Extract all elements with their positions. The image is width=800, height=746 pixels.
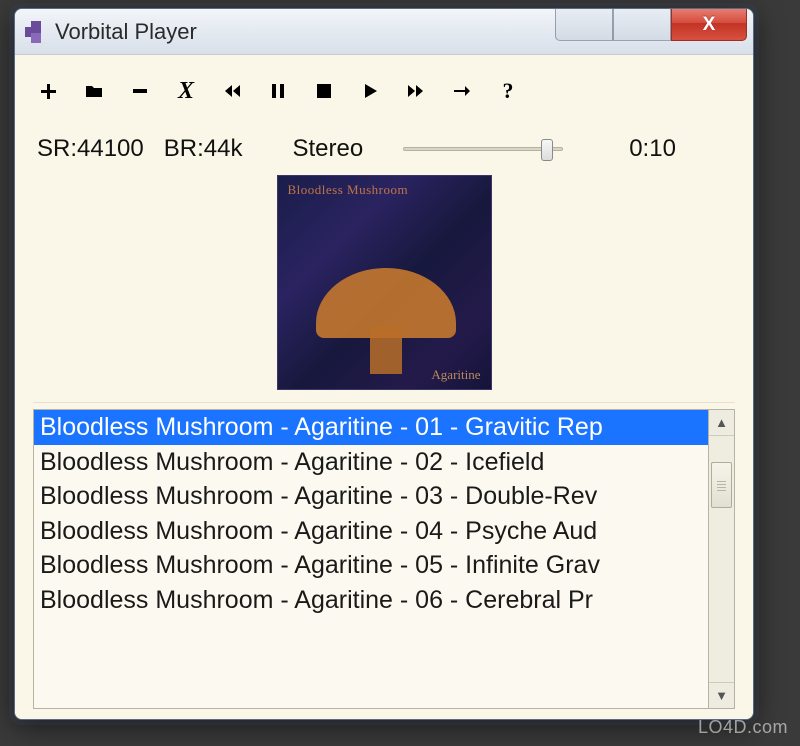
- sr-value: 44100: [77, 135, 144, 162]
- album-title: Agaritine: [431, 367, 480, 383]
- slider-track: [403, 147, 563, 151]
- next-button[interactable]: [405, 80, 427, 102]
- app-icon: [25, 21, 47, 43]
- maximize-button[interactable]: [613, 9, 671, 41]
- album-artist: Bloodless Mushroom: [288, 182, 409, 198]
- remove-button[interactable]: [129, 80, 151, 102]
- pause-button[interactable]: [267, 80, 289, 102]
- album-art: Bloodless Mushroom Agaritine: [277, 175, 492, 390]
- minimize-button[interactable]: [555, 9, 613, 41]
- stop-button[interactable]: [313, 80, 335, 102]
- window-title: Vorbital Player: [55, 19, 197, 45]
- playlist-row[interactable]: Bloodless Mushroom - Agaritine - 04 - Ps…: [34, 514, 708, 549]
- close-icon: X: [703, 14, 716, 36]
- album-art-area: Bloodless Mushroom Agaritine: [33, 173, 735, 396]
- br-value: 44k: [204, 135, 243, 162]
- scroll-thumb[interactable]: [711, 462, 732, 508]
- sr-label: SR:: [37, 135, 77, 162]
- channel-mode: Stereo: [292, 135, 363, 163]
- scroll-up-button[interactable]: ▲: [709, 410, 734, 436]
- app-window: Vorbital Player X: [14, 8, 754, 720]
- add-folder-button[interactable]: [83, 80, 105, 102]
- volume-slider[interactable]: [403, 136, 563, 162]
- window-buttons: X: [555, 9, 747, 41]
- sample-rate: SR:44100: [37, 135, 144, 163]
- info-row: SR:44100 BR:44k Stereo 0:10: [33, 135, 735, 163]
- scrollbar[interactable]: ▲ ▼: [709, 409, 735, 709]
- playlist-row[interactable]: Bloodless Mushroom - Agaritine - 06 - Ce…: [34, 583, 708, 618]
- playlist-row[interactable]: Bloodless Mushroom - Agaritine - 02 - Ic…: [34, 445, 708, 480]
- play-button[interactable]: [359, 80, 381, 102]
- bit-rate: BR:44k: [164, 135, 243, 163]
- close-button[interactable]: X: [671, 9, 747, 41]
- scroll-track[interactable]: [709, 436, 734, 682]
- toolbar: X ?: [33, 77, 735, 105]
- client-area: X ? SR:44100: [15, 55, 753, 719]
- playlist-row[interactable]: Bloodless Mushroom - Agaritine - 03 - Do…: [34, 479, 708, 514]
- scroll-down-button[interactable]: ▼: [709, 682, 734, 708]
- br-label: BR:: [164, 135, 204, 162]
- playlist-row[interactable]: Bloodless Mushroom - Agaritine - 01 - Gr…: [34, 410, 708, 445]
- previous-button[interactable]: [221, 80, 243, 102]
- titlebar[interactable]: Vorbital Player X: [15, 9, 753, 55]
- about-button[interactable]: ?: [497, 80, 519, 102]
- playlist[interactable]: Bloodless Mushroom - Agaritine - 01 - Gr…: [33, 409, 709, 709]
- elapsed-time: 0:10: [629, 135, 676, 163]
- watermark: LO4D.com: [698, 717, 788, 738]
- repeat-button[interactable]: [451, 80, 473, 102]
- playlist-area: Bloodless Mushroom - Agaritine - 01 - Gr…: [33, 402, 735, 709]
- playlist-row[interactable]: Bloodless Mushroom - Agaritine - 05 - In…: [34, 548, 708, 583]
- add-file-button[interactable]: [37, 80, 59, 102]
- clear-button[interactable]: X: [175, 80, 197, 102]
- slider-thumb[interactable]: [541, 139, 553, 161]
